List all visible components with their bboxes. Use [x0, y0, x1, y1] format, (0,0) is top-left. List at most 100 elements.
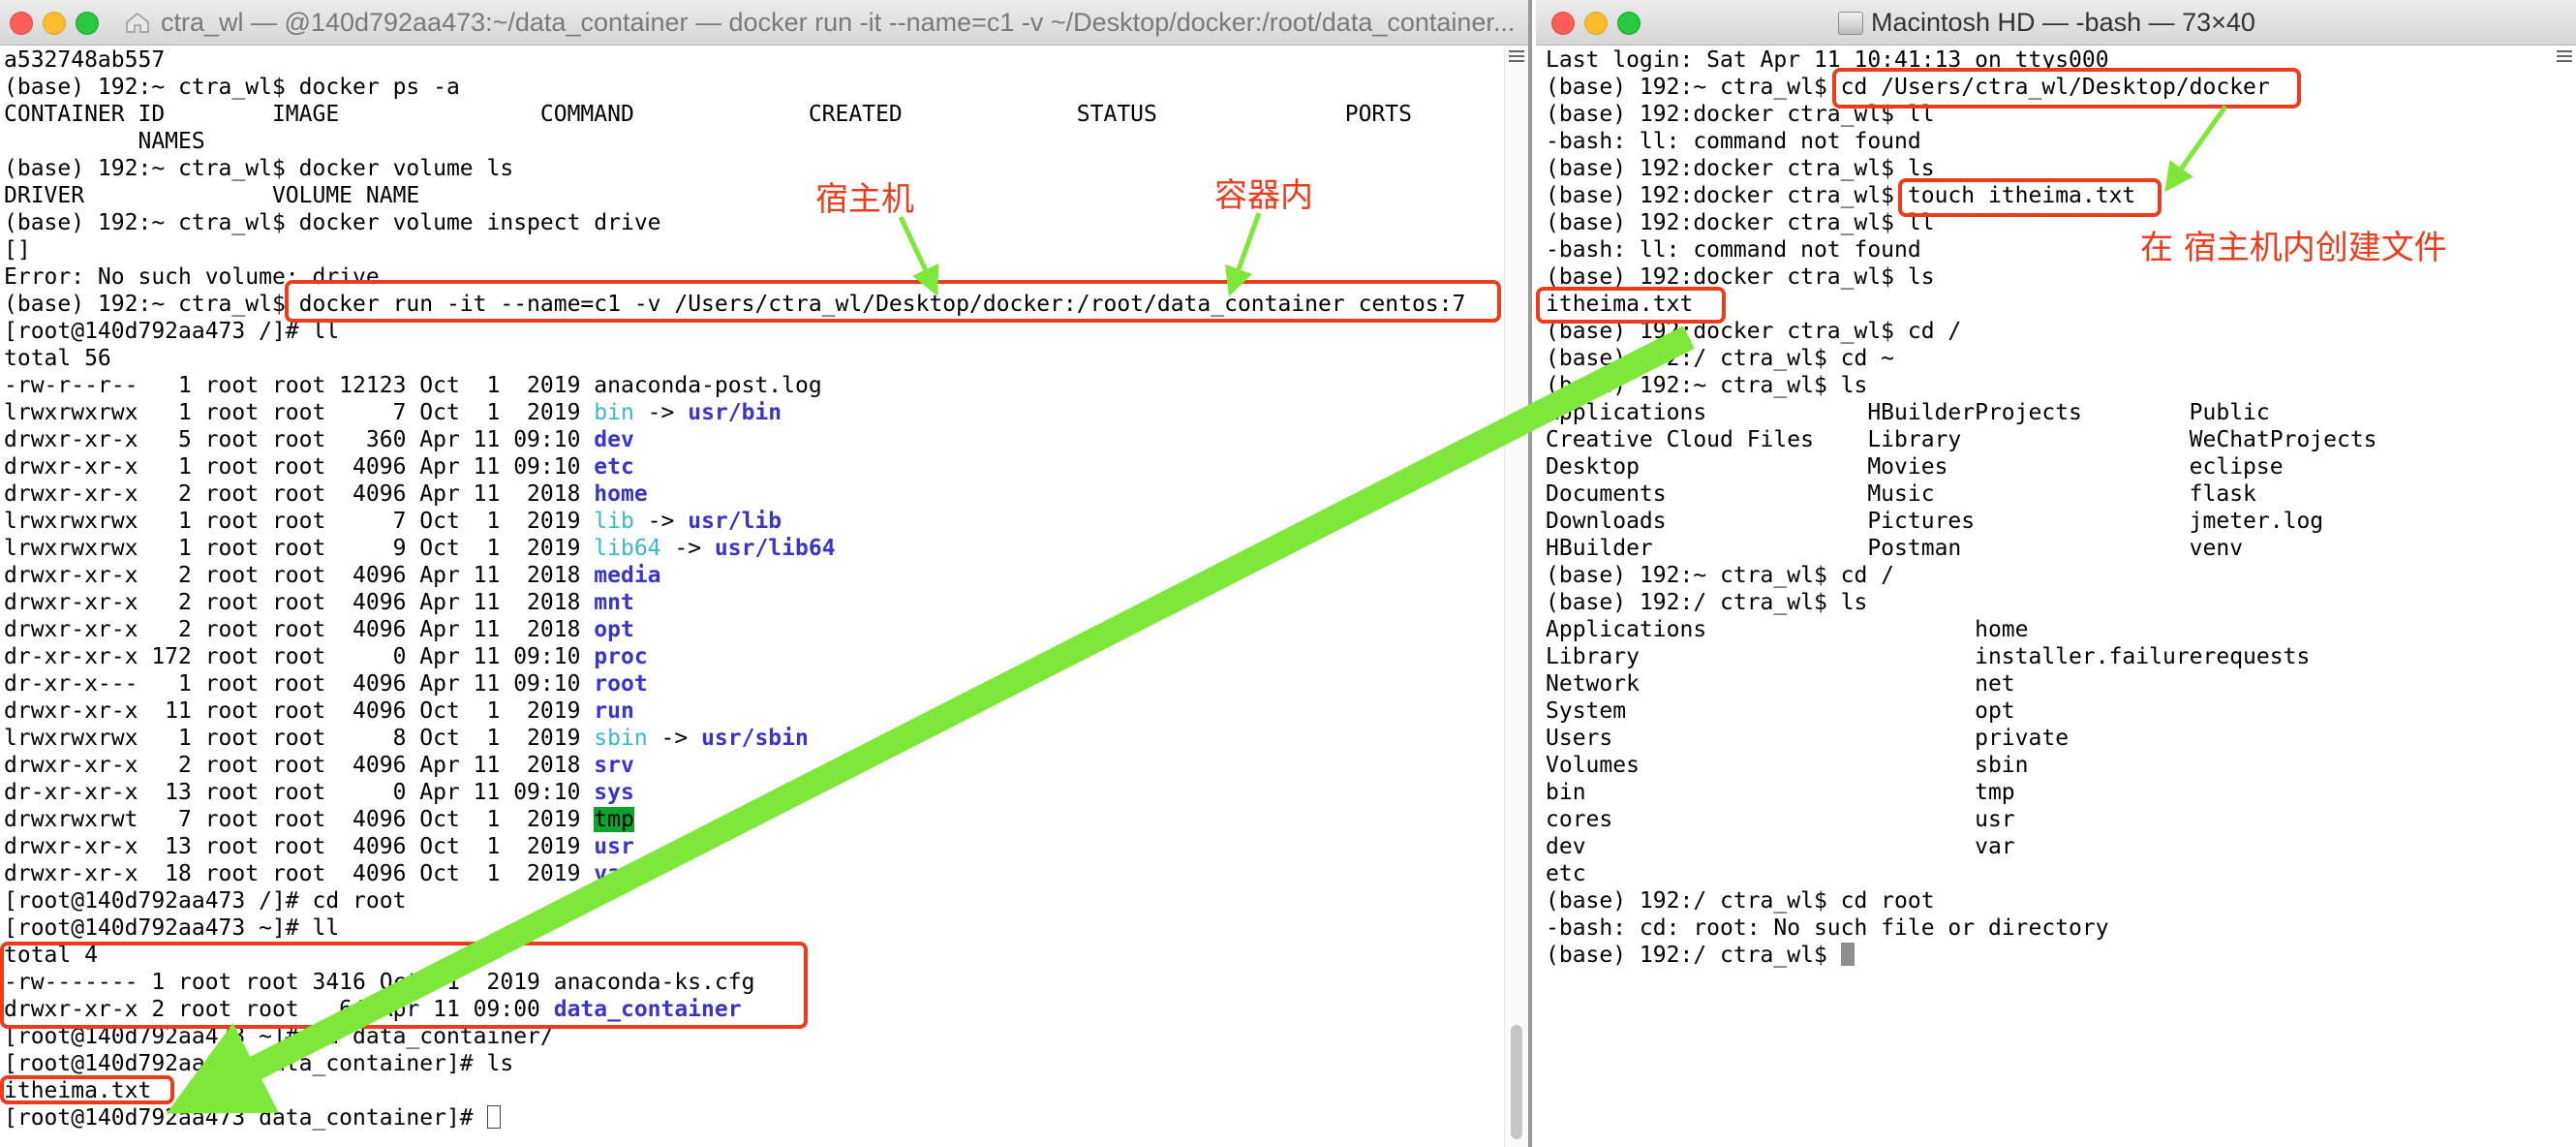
- terminal-text: NAMES: [4, 129, 205, 154]
- terminal-text: (base) 192:~ ctra_wl$ ls: [1546, 373, 1868, 398]
- terminal-line: -bash: cd: root: No such file or directo…: [1546, 914, 2547, 942]
- file-entry: lib: [594, 509, 634, 534]
- file-entry: bin: [594, 400, 634, 425]
- host-file-highlight: [1536, 287, 1726, 324]
- terminal-line: Documents Music flask: [1546, 480, 2547, 508]
- terminal-text: cores usr: [1546, 807, 2015, 832]
- terminal-text: CONTAINER ID IMAGE COMMAND CREATED STATU…: [4, 102, 1412, 127]
- terminal-line: -bash: ll: command not found: [1546, 128, 2547, 155]
- split-pane-icon[interactable]: [2557, 50, 2572, 64]
- terminal-text: bin tmp: [1546, 780, 2015, 805]
- terminal-text: (base) 192:~ ctra_wl$ cd /: [1546, 563, 1895, 588]
- terminal-text: (base) 192:/ ctra_wl$ cd ~: [1546, 346, 1895, 371]
- terminal-line: dev var: [1546, 833, 2547, 860]
- terminal-line: [root@140d792aa473 /]# cd root: [4, 887, 1499, 914]
- file-entry: usr/bin: [688, 400, 782, 425]
- terminal-text: a532748ab557: [4, 47, 166, 73]
- terminal-text: Downloads Pictures jmeter.log: [1546, 509, 2324, 534]
- terminal-text: total 56: [4, 346, 111, 371]
- terminal-line: [root@140d792aa473 data_container]# ls: [4, 1050, 1499, 1077]
- terminal-text: (base) 192:~ ctra_wl$ docker ps -a: [4, 75, 460, 100]
- terminal-line: drwxr-xr-x 2 root root 4096 Apr 11 2018 …: [4, 562, 1499, 589]
- terminal-text: []: [4, 237, 31, 263]
- terminal-line: [root@140d792aa473 ~]# ll: [4, 914, 1499, 942]
- terminal-line: NAMES: [4, 128, 1499, 155]
- file-entry: root: [594, 671, 648, 697]
- terminal-line: bin tmp: [1546, 779, 2547, 806]
- terminal-text: Users private: [1546, 726, 2070, 751]
- terminal-text: drwxr-xr-x 2 root root 4096 Apr 11 2018: [4, 590, 595, 615]
- terminal-text: Library installer.failurerequests: [1546, 644, 2311, 669]
- terminal-line: CONTAINER ID IMAGE COMMAND CREATED STATU…: [4, 101, 1499, 128]
- terminal-line: lrwxrwxrwx 1 root root 7 Oct 1 2019 bin …: [4, 399, 1499, 426]
- terminal-text: [root@140d792aa473 data_container]#: [4, 1105, 487, 1131]
- terminal-line: Applications home: [1546, 616, 2547, 643]
- right-terminal-window[interactable]: Macintosh HD — -bash — 73×40 Last login:…: [1536, 0, 2576, 1147]
- terminal-text: drwxr-xr-x 2 root root 4096 Apr 11 2018: [4, 753, 595, 778]
- terminal-line: []: [4, 236, 1499, 264]
- file-entry: srv: [594, 753, 634, 778]
- terminal-line: a532748ab557: [4, 46, 1499, 74]
- terminal-text: Desktop Movies eclipse: [1546, 454, 2284, 480]
- left-scroll-thumb[interactable]: [1511, 1025, 1522, 1139]
- terminal-text: ->: [660, 536, 715, 561]
- terminal-line: lrwxrwxrwx 1 root root 8 Oct 1 2019 sbin…: [4, 725, 1499, 752]
- zoom-button[interactable]: [1617, 12, 1641, 35]
- terminal-line: lrwxrwxrwx 1 root root 9 Oct 1 2019 lib6…: [4, 535, 1499, 562]
- terminal-line: drwxrwxrwt 7 root root 4096 Oct 1 2019 t…: [4, 806, 1499, 833]
- terminal-text: (base) 192:/ ctra_wl$ cd root: [1546, 888, 1935, 914]
- file-entry: mnt: [594, 590, 634, 615]
- terminal-text: drwxr-xr-x 2 root root 4096 Apr 11 2018: [4, 617, 595, 642]
- terminal-text: (base) 192:~ ctra_wl$ docker volume insp…: [4, 210, 661, 235]
- close-button[interactable]: [10, 12, 33, 35]
- root-listing-highlight: [0, 942, 808, 1029]
- left-scrollbar[interactable]: [1504, 46, 1528, 1147]
- terminal-line: Applications HBuilderProjects Public: [1546, 399, 2547, 426]
- minimize-button[interactable]: [43, 12, 66, 35]
- terminal-line: System opt: [1546, 698, 2547, 725]
- file-entry: sys: [594, 780, 634, 805]
- left-titlebar[interactable]: ctra_wl — @140d792aa473:~/data_container…: [0, 0, 1528, 46]
- zoom-button[interactable]: [76, 12, 99, 35]
- terminal-line: Creative Cloud Files Library WeChatProje…: [1546, 426, 2547, 453]
- file-entry: home: [594, 481, 648, 507]
- terminal-text: [root@140d792aa473 /]# cd root: [4, 888, 407, 914]
- terminal-line: (base) 192:~ ctra_wl$ ls: [1546, 372, 2547, 399]
- container-file-highlight: [0, 1075, 174, 1104]
- host-label: 宿主机: [815, 180, 914, 219]
- terminal-text: ->: [647, 726, 702, 751]
- file-entry: dev: [594, 427, 634, 452]
- terminal-line: etc: [1546, 860, 2547, 887]
- terminal-line: -rw-r--r-- 1 root root 12123 Oct 1 2019 …: [4, 372, 1499, 399]
- terminal-text: Applications HBuilderProjects Public: [1546, 400, 2270, 425]
- terminal-line: Users private: [1546, 725, 2547, 752]
- terminal-text: [root@140d792aa473 ~]# ll: [4, 915, 340, 941]
- terminal-text: Network net: [1546, 671, 2015, 697]
- split-pane-icon[interactable]: [1509, 50, 1524, 64]
- close-button[interactable]: [1551, 12, 1575, 35]
- terminal-line: dr-xr-xr-x 172 root root 0 Apr 11 09:10 …: [4, 643, 1499, 670]
- terminal-text: Documents Music flask: [1546, 481, 2256, 507]
- file-entry: opt: [594, 617, 634, 642]
- right-titlebar[interactable]: Macintosh HD — -bash — 73×40: [1536, 0, 2576, 46]
- terminal-line: lrwxrwxrwx 1 root root 7 Oct 1 2019 lib …: [4, 508, 1499, 535]
- terminal-text: (base) 192:~ ctra_wl$ docker volume ls: [4, 156, 514, 181]
- terminal-text: (base) 192:docker ctra_wl$ ls: [1546, 156, 1935, 181]
- hard-drive-icon: [1838, 12, 1863, 35]
- right-window-title: Macintosh HD — -bash — 73×40: [1871, 8, 2255, 37]
- file-entry: usr: [594, 834, 634, 859]
- file-entry: usr/sbin: [701, 726, 809, 751]
- terminal-line: total 56: [4, 345, 1499, 372]
- touch-command-highlight: [1898, 178, 2162, 217]
- terminal-text: (base) 192:/ ctra_wl$ ls: [1546, 590, 1868, 615]
- terminal-line: Downloads Pictures jmeter.log: [1546, 508, 2547, 535]
- terminal-line: drwxr-xr-x 5 root root 360 Apr 11 09:10 …: [4, 426, 1499, 453]
- terminal-line: dr-xr-x--- 1 root root 4096 Apr 11 09:10…: [4, 670, 1499, 698]
- file-entry: usr/lib64: [714, 536, 836, 561]
- terminal-text: drwxr-xr-x 11 root root 4096 Oct 1 2019: [4, 698, 595, 724]
- terminal-text: System opt: [1546, 698, 2015, 724]
- minimize-button[interactable]: [1584, 12, 1608, 35]
- terminal-line: dr-xr-xr-x 13 root root 0 Apr 11 09:10 s…: [4, 779, 1499, 806]
- terminal-text: Creative Cloud Files Library WeChatProje…: [1546, 427, 2377, 452]
- terminal-text: drwxr-xr-x 13 root root 4096 Oct 1 2019: [4, 834, 595, 859]
